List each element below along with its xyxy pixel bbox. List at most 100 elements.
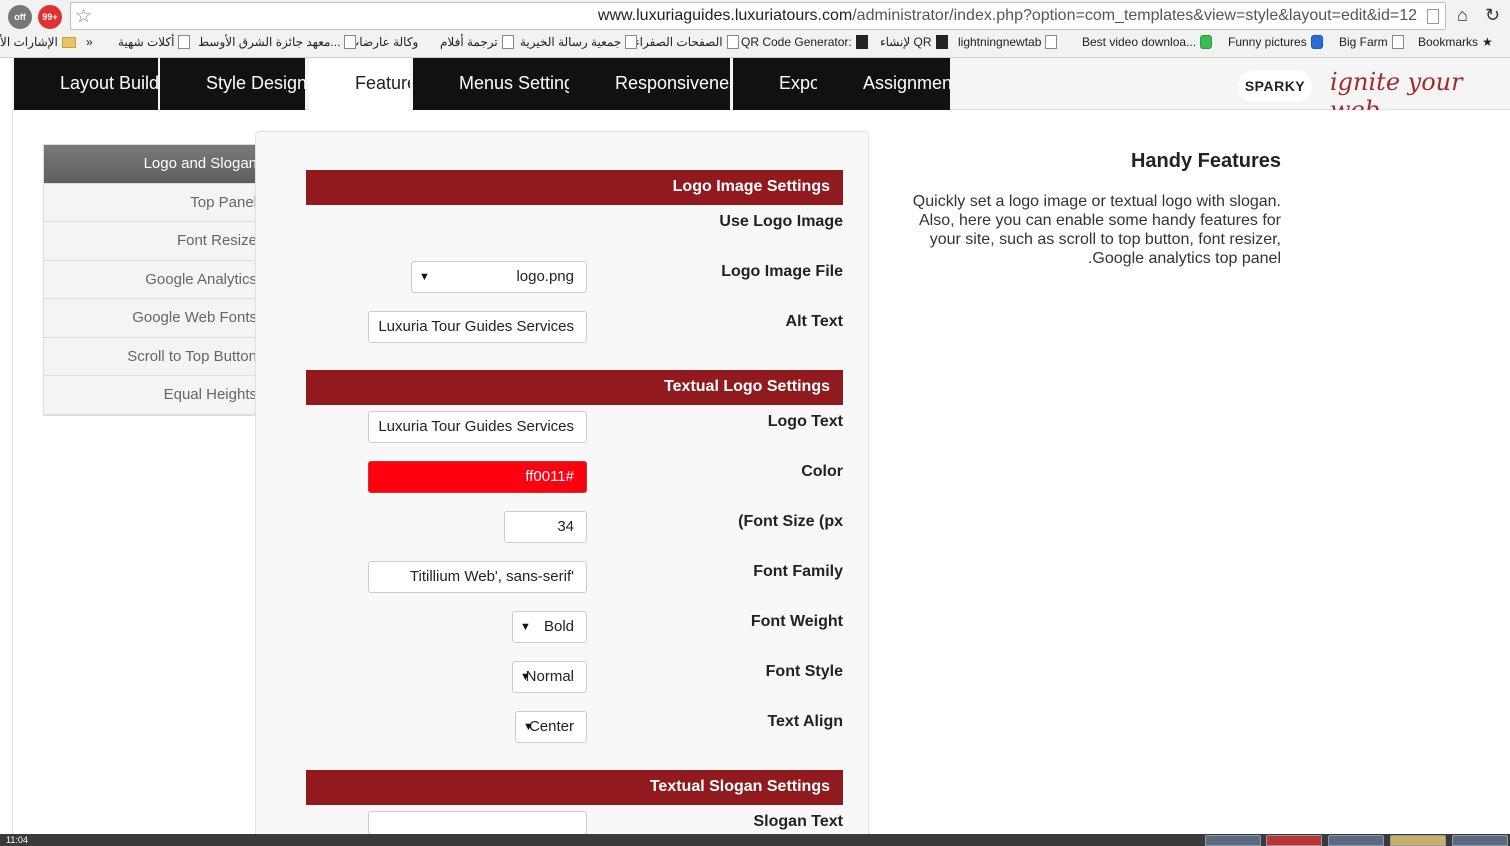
help-text: Quickly set a logo image or textual logo…: [912, 193, 1281, 267]
url-text: www.luxuriaguides.luxuriatours.com/admin…: [598, 7, 1417, 25]
color-input[interactable]: ff0011#: [368, 461, 587, 493]
taskbar-app-button[interactable]: [1266, 835, 1322, 846]
page-icon: [1427, 9, 1439, 24]
yellow-pages-icon: [726, 35, 739, 49]
bookmark-item[interactable]: Bookmarks ★: [1418, 35, 1493, 49]
sparky-logo: SPARKY: [1238, 70, 1312, 102]
bookmark-item[interactable]: وكالة عارضات: [348, 35, 418, 49]
bookmark-label: معهد جائزة الشرق الأوسط...: [198, 35, 341, 49]
bookmark-label: QR Code Generator:: [741, 35, 852, 49]
use-logo-image-label: Use Logo Image: [719, 213, 843, 230]
font-style-select[interactable]: ▼ Normal: [512, 661, 587, 693]
notification-extension-icon[interactable]: 99+: [38, 5, 62, 29]
address-bar[interactable]: ☆ www.luxuriaguides.luxuriatours.com/adm…: [70, 2, 1446, 30]
taskbar-app-button[interactable]: [1390, 835, 1446, 846]
bookmark-label: Big Farm: [1339, 35, 1388, 49]
bookmark-item[interactable]: Best video downloa...: [1082, 35, 1213, 49]
logo-image-file-label: Logo Image File: [721, 263, 843, 280]
bookmark-label: جمعية رسالة الخيرية: [520, 35, 622, 49]
help-title: Handy Features: [1130, 150, 1281, 172]
sidebar-item-label: Top Panel: [190, 193, 257, 211]
extension-icon[interactable]: off: [8, 5, 32, 29]
select-value: Bold: [543, 618, 574, 635]
slogan-text-input[interactable]: [368, 811, 587, 835]
tab-style-designer[interactable]: Style Designer: [160, 58, 305, 110]
sidebar-item-font-resize[interactable]: Font Resize: [44, 222, 257, 261]
sidebar-item-logo-and-slogan[interactable]: Logo and Slogan: [44, 145, 257, 184]
sparky-brand: SPARKY ignite your web: [1226, 62, 1496, 124]
font-weight-select[interactable]: ▼ Bold: [512, 611, 587, 643]
tab-label: Layout Builder: [60, 73, 158, 93]
sidebar-item-scroll-to-top[interactable]: Scroll to Top Button: [44, 338, 257, 376]
tab-label: Responsiveness: [615, 73, 730, 93]
page-icon: [344, 35, 357, 49]
page-icon: [1045, 35, 1058, 49]
alt-text-input[interactable]: Luxuria Tour Guides Services: [368, 311, 587, 343]
font-size-label: (Font Size (px: [738, 513, 843, 530]
bookmark-label: أكلات شهية: [118, 35, 175, 49]
bookmark-item[interactable]: معهد جائزة الشرق الأوسط...: [198, 35, 357, 49]
extension-badge-off: off: [14, 12, 26, 22]
bookmark-item[interactable]: Big Farm: [1339, 35, 1404, 49]
dropdown-arrow-icon: ▼: [520, 671, 531, 683]
logo-image-file-select[interactable]: ▼ logo.png: [411, 261, 587, 293]
bookmark-item[interactable]: الصفحات الصفراء: [634, 35, 739, 49]
url-path: /administrator/index.php?option=com_temp…: [852, 7, 1417, 24]
sidebar-item-google-analytics[interactable]: Google Analytics: [44, 261, 257, 299]
font-size-input[interactable]: 34: [504, 511, 587, 543]
tab-layout-builder[interactable]: Layout Builder: [14, 58, 158, 110]
reload-icon[interactable]: ↻: [1485, 5, 1500, 26]
tab-label: Features: [355, 73, 410, 93]
bookmark-item[interactable]: QR Code Generator:: [741, 35, 868, 49]
bookmark-item[interactable]: لإنشاء QR: [880, 35, 948, 49]
bookmark-item[interactable]: جمعية رسالة الخيرية: [520, 35, 638, 49]
logo-text-input[interactable]: Luxuria Tour Guides Services: [368, 411, 587, 443]
text-align-select[interactable]: ▼ Center: [515, 711, 587, 743]
qr-icon: [935, 35, 948, 49]
dropdown-arrow-icon: ▼: [419, 271, 430, 283]
bookmark-label: الصفحات الصفراء: [634, 35, 723, 49]
section-logo-image-settings: Logo Image Settings: [306, 170, 843, 205]
tab-menus-settings[interactable]: Menus Settings: [413, 58, 569, 110]
font-family-label: Font Family: [753, 563, 843, 580]
bookmark-item[interactable]: Funny pictures: [1228, 35, 1323, 49]
bookmark-label: lightningnewtab: [958, 35, 1042, 49]
taskbar-app-button[interactable]: [1452, 835, 1508, 846]
select-value: logo.png: [516, 268, 574, 285]
sidebar-item-google-web-fonts[interactable]: Google Web Fonts: [44, 299, 257, 338]
bookmark-label: ترجمة أفلام: [440, 35, 498, 49]
download-icon: [1200, 35, 1213, 49]
taskbar: 11:04: [0, 834, 1510, 846]
taskbar-app-button[interactable]: [1205, 835, 1261, 846]
select-value: Normal: [525, 668, 574, 685]
tab-label: Menus Settings: [459, 73, 569, 93]
taskbar-app-button[interactable]: [1328, 835, 1384, 846]
alt-text-label: Alt Text: [785, 313, 843, 330]
tab-responsiveness[interactable]: Responsiveness: [569, 58, 730, 110]
bookmark-item[interactable]: أكلات شهية: [118, 35, 191, 49]
bookmark-item[interactable]: ترجمة أفلام: [440, 35, 514, 49]
sidebar-item-equal-heights[interactable]: Equal Heights: [44, 376, 257, 415]
home-icon[interactable]: ⌂: [1457, 5, 1468, 26]
taskbar-clock: 11:04: [6, 835, 28, 845]
bookmarks-bar: Bookmarks ★ Big Farm Funny pictures Best …: [0, 32, 1510, 56]
tab-assignments[interactable]: Assignments: [817, 58, 950, 110]
sidebar-item-label: Google Web Fonts: [132, 309, 257, 326]
font-family-input[interactable]: Titillium Web', sans-serif': [368, 561, 587, 593]
bookmark-folder[interactable]: الإشارات الأ: [0, 35, 76, 49]
sidebar-item-top-panel[interactable]: Top Panel: [44, 184, 257, 222]
sidebar-item-label: Google Analytics: [145, 270, 257, 288]
bookmark-star-icon[interactable]: ☆: [75, 5, 92, 28]
sidebar-item-label: Font Resize: [176, 232, 257, 249]
color-label: Color: [801, 463, 843, 480]
bookmark-label: وكالة عارضات: [348, 35, 419, 49]
tab-label: Assignments: [863, 73, 950, 93]
browser-chrome: off 99+ ☆ www.luxuriaguides.luxuriatours…: [0, 0, 1510, 58]
tab-features[interactable]: Features: [309, 58, 410, 110]
bookmark-item[interactable]: lightningnewtab: [958, 35, 1058, 49]
font-style-label: Font Style: [765, 663, 843, 680]
qr-code-icon: [855, 35, 868, 49]
bookmarks-overflow-button[interactable]: »: [86, 35, 93, 49]
tab-export[interactable]: Export: [733, 58, 819, 110]
sidebar-item-label: Equal Heights: [163, 386, 257, 403]
